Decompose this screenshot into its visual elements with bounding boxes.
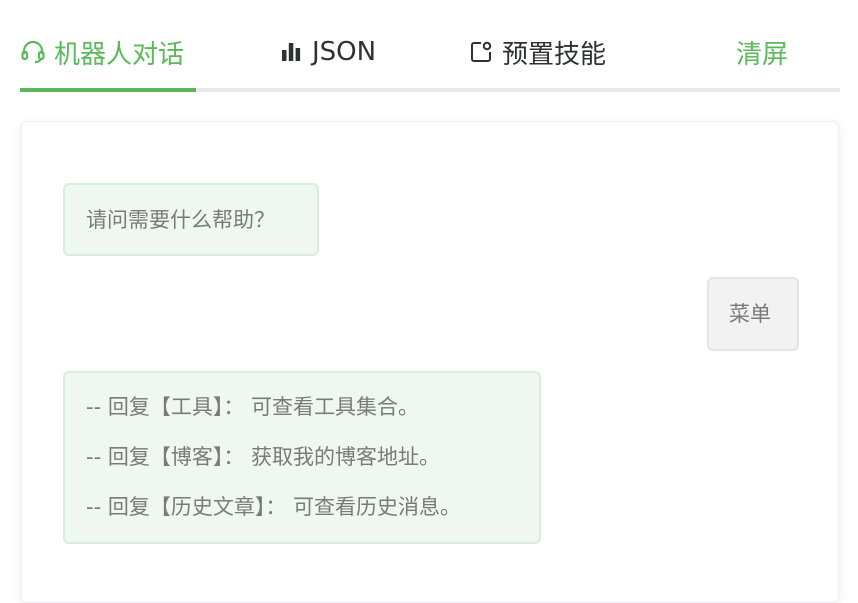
tab-json[interactable]: JSON	[278, 30, 376, 74]
bar-chart-icon	[278, 39, 304, 65]
preset-skill-icon	[468, 39, 494, 65]
clear-screen-label: 清屏	[736, 39, 789, 70]
greeting-text: 请问需要什么帮助？	[86, 208, 275, 232]
tab-preset-skills[interactable]: 预置技能	[468, 30, 606, 74]
tab-json-label: JSON	[312, 37, 377, 67]
tab-bar: 机器人对话 JSON 预置技能 清屏	[20, 0, 840, 92]
menu-line-tools: -- 回复【工具】： 可查看工具集合。	[86, 395, 420, 419]
headset-icon	[20, 39, 46, 65]
tab-preset-skills-label: 预置技能	[502, 39, 607, 70]
menu-line-blog: -- 回复【博客】： 获取我的博客地址。	[86, 445, 441, 469]
tab-robot-chat[interactable]: 机器人对话	[20, 30, 184, 74]
user-message-menu: 菜单	[707, 277, 799, 351]
bot-message-greeting: 请问需要什么帮助？	[63, 183, 319, 256]
chat-panel: 请问需要什么帮助？ 菜单 -- 回复【工具】： 可查看工具集合。 -- 回复【博…	[21, 121, 839, 603]
menu-line-history: -- 回复【历史文章】： 可查看历史消息。	[86, 495, 462, 519]
clear-screen-button[interactable]: 清屏	[736, 30, 788, 74]
tab-robot-chat-label: 机器人对话	[54, 39, 185, 70]
active-tab-indicator	[20, 88, 196, 92]
user-menu-text: 菜单	[729, 302, 771, 326]
bot-message-menu: -- 回复【工具】： 可查看工具集合。 -- 回复【博客】： 获取我的博客地址。…	[63, 371, 541, 544]
